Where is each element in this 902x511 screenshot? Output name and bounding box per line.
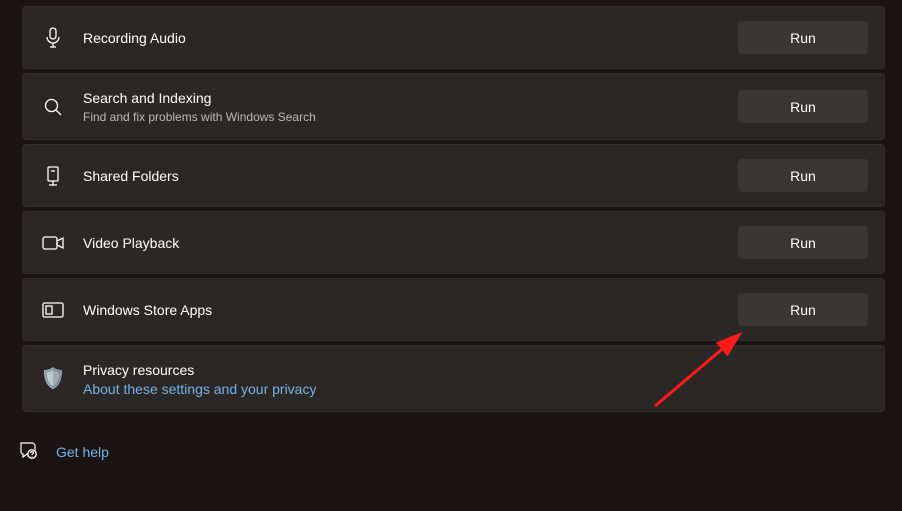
run-button[interactable]: Run — [738, 226, 868, 259]
troubleshooter-row-shared-folders: Shared Folders Run — [22, 144, 885, 207]
row-text: Windows Store Apps — [83, 300, 738, 320]
troubleshooter-row-windows-store-apps: Windows Store Apps Run — [22, 278, 885, 341]
run-button[interactable]: Run — [738, 293, 868, 326]
troubleshooter-row-search-indexing: Search and Indexing Find and fix problem… — [22, 73, 885, 140]
store-apps-icon — [39, 301, 67, 319]
privacy-resources-row: 🛡️ Privacy resources About these setting… — [22, 345, 885, 412]
shared-folder-icon — [39, 165, 67, 187]
privacy-title: Privacy resources — [83, 360, 868, 380]
search-icon — [39, 97, 67, 117]
troubleshooter-row-video-playback: Video Playback Run — [22, 211, 885, 274]
privacy-link[interactable]: About these settings and your privacy — [83, 381, 868, 397]
row-title: Shared Folders — [83, 166, 738, 186]
troubleshooter-list: Recording Audio Run Search and Indexing … — [0, 0, 902, 412]
row-text: Video Playback — [83, 233, 738, 253]
help-icon — [18, 440, 38, 463]
row-text: Search and Indexing Find and fix problem… — [83, 88, 738, 125]
row-text: Shared Folders — [83, 166, 738, 186]
run-button[interactable]: Run — [738, 90, 868, 123]
get-help-row: Get help — [0, 416, 902, 463]
row-title: Recording Audio — [83, 28, 738, 48]
troubleshooter-row-recording-audio: Recording Audio Run — [22, 6, 885, 69]
microphone-icon — [39, 27, 67, 49]
row-title: Windows Store Apps — [83, 300, 738, 320]
row-text: Privacy resources About these settings a… — [83, 360, 868, 397]
run-button[interactable]: Run — [738, 159, 868, 192]
row-subtitle: Find and fix problems with Windows Searc… — [83, 109, 738, 125]
row-text: Recording Audio — [83, 28, 738, 48]
row-title: Search and Indexing — [83, 88, 738, 108]
shield-icon: 🛡️ — [39, 366, 67, 391]
run-button[interactable]: Run — [738, 21, 868, 54]
video-icon — [39, 234, 67, 252]
row-title: Video Playback — [83, 233, 738, 253]
get-help-link[interactable]: Get help — [56, 444, 109, 460]
